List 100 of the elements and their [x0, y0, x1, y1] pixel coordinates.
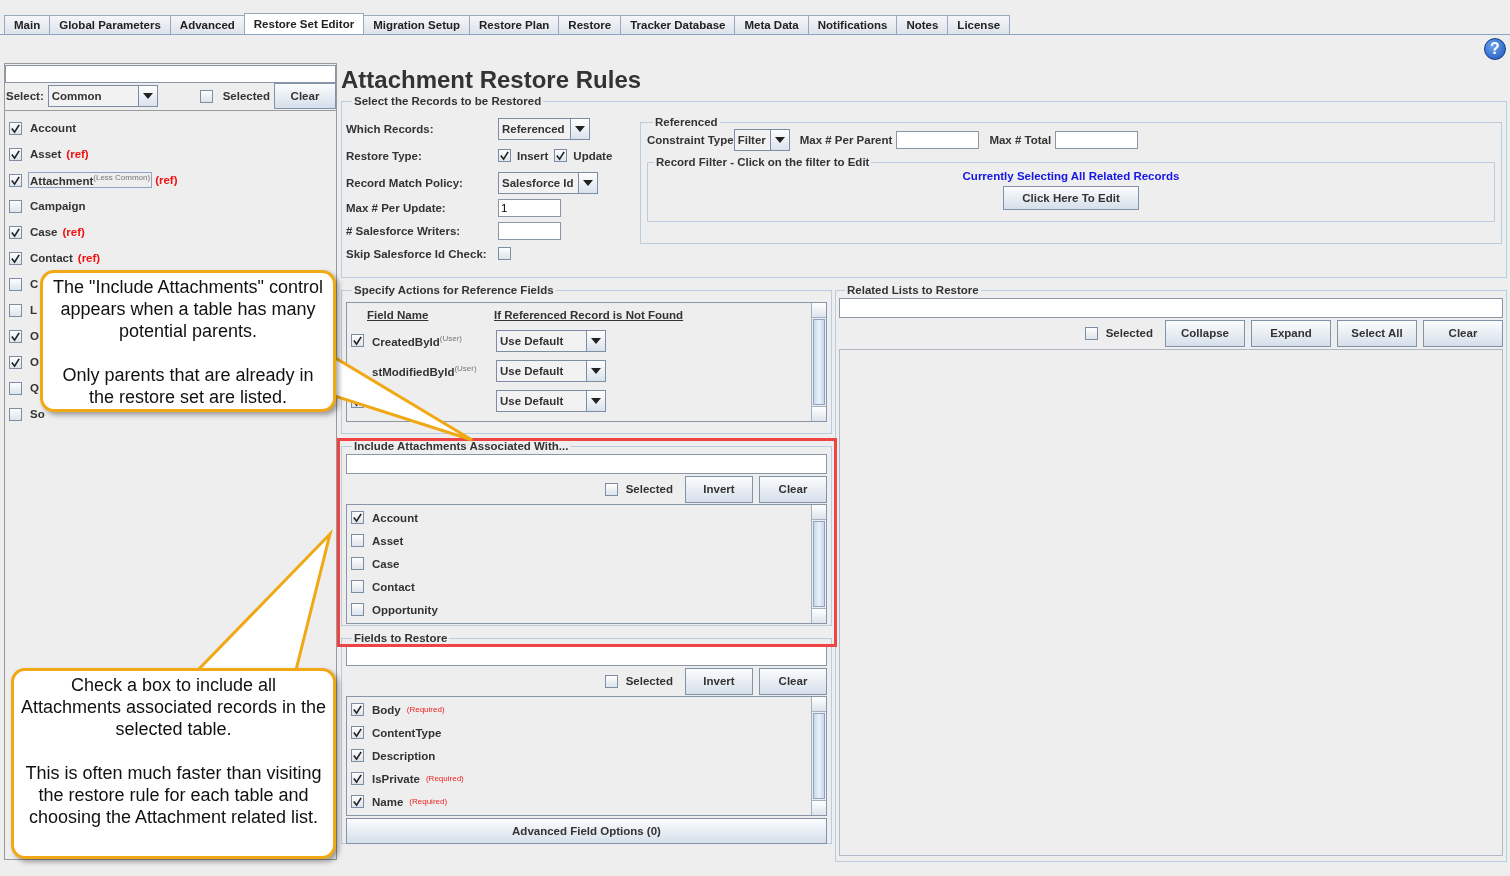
callout-text: Check a box to include all Attachments associated records in the selected table. [20, 674, 327, 740]
search-field[interactable] [5, 65, 336, 83]
table-name[interactable]: Campaign [28, 199, 88, 213]
checkbox[interactable] [9, 225, 22, 239]
checkbox[interactable] [9, 147, 22, 161]
list-button[interactable]: Expand [1251, 319, 1331, 347]
list-button[interactable]: Invert [685, 667, 753, 695]
checkbox[interactable] [351, 795, 364, 808]
field-name: ContentType [371, 725, 443, 740]
action-dropdown[interactable]: Use Default [496, 360, 606, 382]
checkbox[interactable] [351, 703, 364, 716]
table-name[interactable]: So [28, 407, 47, 421]
scrollbar[interactable] [811, 505, 826, 623]
column-header[interactable]: Field Name [367, 309, 494, 321]
list-button[interactable]: Clear [759, 667, 827, 695]
action-dropdown[interactable]: Use Default [496, 390, 606, 412]
checkbox[interactable] [604, 674, 618, 688]
table-name[interactable]: C [28, 277, 41, 291]
tab[interactable]: Advanced [169, 15, 245, 34]
tab[interactable]: Main [4, 15, 51, 34]
list-button[interactable]: Select All [1337, 319, 1417, 347]
checkbox[interactable] [9, 251, 22, 265]
checkbox[interactable] [351, 511, 364, 524]
checkbox[interactable] [351, 603, 364, 616]
checkbox-label: Selected [625, 675, 673, 687]
scrollbar[interactable] [811, 303, 826, 421]
checkbox[interactable] [9, 277, 22, 291]
list-button[interactable]: Clear [759, 475, 827, 503]
checkbox[interactable] [351, 749, 364, 762]
checkbox[interactable] [9, 355, 22, 369]
table-name[interactable]: O [28, 355, 41, 369]
field-name: IsPrivate [371, 771, 421, 786]
ref-tag: (ref) [155, 174, 178, 186]
constraint-dropdown[interactable]: Filter [733, 129, 790, 151]
filter-field[interactable] [839, 298, 1503, 318]
tab[interactable]: Migration Setup [363, 15, 471, 34]
tab[interactable]: Meta Data [734, 15, 809, 34]
checkbox[interactable] [498, 247, 511, 260]
table-name[interactable]: L [28, 303, 40, 317]
list-button[interactable]: Clear [1423, 319, 1503, 347]
required-tag: (Required) [425, 774, 464, 783]
checkbox[interactable] [351, 772, 364, 785]
checkbox[interactable] [9, 381, 22, 395]
checkbox[interactable] [9, 121, 22, 135]
tab[interactable]: License [947, 15, 1011, 34]
checkbox[interactable] [604, 482, 618, 496]
tab[interactable]: Restore Plan [469, 15, 560, 34]
edit-filter-button[interactable]: Click Here To Edit [1003, 186, 1139, 210]
input-field[interactable] [1055, 131, 1139, 149]
which-records-dropdown[interactable]: Referenced [498, 117, 590, 140]
section-title: Record Filter - Click on the filter to Edit [655, 156, 871, 168]
select-dropdown[interactable]: Common [47, 85, 158, 107]
tab[interactable]: Restore Set Editor [243, 13, 365, 34]
checkbox[interactable] [351, 534, 364, 547]
tab[interactable]: Tracker Database [620, 15, 736, 34]
caret-icon [774, 137, 785, 143]
scrollbar[interactable] [811, 697, 826, 815]
field-label: Constraint Type [647, 134, 734, 146]
checkbox[interactable] [1084, 326, 1098, 340]
checkbox[interactable] [9, 407, 22, 421]
action-dropdown[interactable]: Use Default [496, 330, 606, 352]
input-field[interactable] [498, 221, 561, 240]
checkbox[interactable] [9, 303, 22, 317]
checkbox[interactable] [554, 149, 568, 162]
field-label: Max # Per Parent [799, 134, 893, 146]
table-name[interactable]: Case [28, 225, 60, 239]
tab[interactable]: Restore [558, 15, 622, 34]
filter-field[interactable] [346, 454, 827, 474]
table-name[interactable]: O [28, 329, 41, 343]
checkbox-label: Selected [1105, 327, 1153, 339]
input-field[interactable] [896, 131, 980, 149]
advanced-options-button[interactable]: Advanced Field Options (0) [346, 818, 827, 844]
table-name[interactable]: Account [28, 121, 78, 135]
table-name[interactable]: Contact [28, 251, 75, 265]
tab[interactable]: Global Parameters [49, 15, 171, 34]
checkbox[interactable] [199, 89, 213, 103]
list-button[interactable]: Invert [685, 475, 753, 503]
table-name[interactable]: Attachment$^{(Less Common)}$ [28, 172, 153, 188]
checkbox[interactable] [351, 334, 364, 348]
section-title: Referenced [654, 116, 719, 128]
input-field[interactable]: 1 [498, 198, 561, 217]
checkbox[interactable] [9, 329, 22, 343]
ref-tag: (ref) [66, 148, 89, 160]
caret-icon [583, 179, 593, 186]
clear-button[interactable]: Clear [274, 83, 336, 109]
tab[interactable]: Notifications [807, 15, 898, 34]
column-header[interactable]: If Referenced Record is Not Found [494, 309, 684, 321]
checkbox[interactable] [351, 557, 364, 570]
checkbox[interactable] [351, 726, 364, 739]
checkbox[interactable] [9, 173, 22, 187]
checkbox[interactable] [498, 149, 511, 162]
checkbox[interactable] [351, 580, 364, 593]
match-policy-dropdown[interactable]: Salesforce Id [498, 171, 598, 194]
table-name[interactable]: Asset [28, 147, 64, 161]
checkbox[interactable] [9, 199, 22, 213]
table-name[interactable]: Q [28, 381, 41, 395]
list-button[interactable]: Collapse [1165, 319, 1245, 347]
section-title: Related Lists to Restore [846, 284, 980, 296]
tab[interactable]: Notes [896, 15, 949, 34]
filter-field[interactable] [346, 646, 827, 666]
